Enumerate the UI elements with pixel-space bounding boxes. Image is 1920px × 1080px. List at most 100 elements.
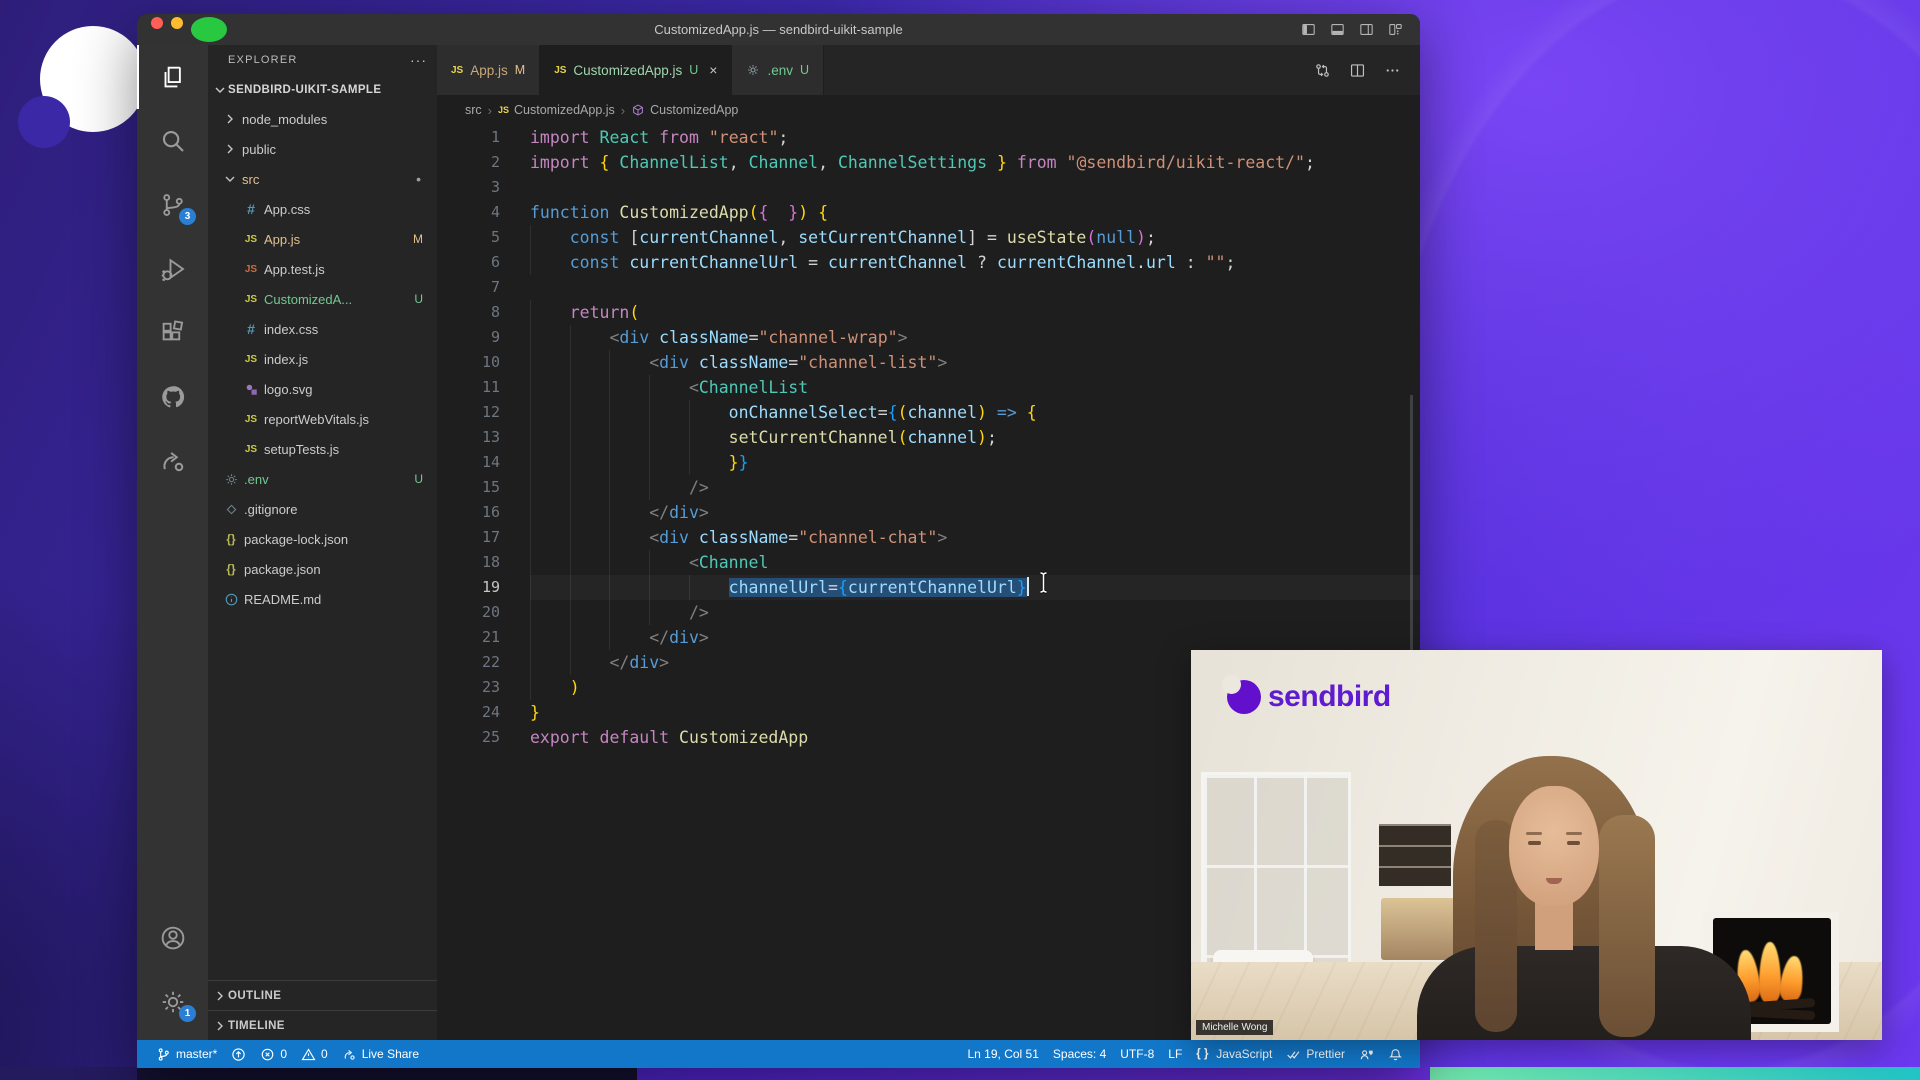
code-line-4[interactable]: 4function CustomizedApp({ }) {: [437, 200, 1420, 225]
status-item-publish-sync[interactable]: [224, 1040, 253, 1068]
code-line-13[interactable]: 13setCurrentChannel(channel);: [437, 425, 1420, 450]
tab-app-js[interactable]: JSApp.jsM: [437, 45, 540, 95]
diamond-file-icon: [222, 501, 240, 517]
source-control-icon[interactable]: 3: [137, 173, 208, 237]
gear-file-icon: [746, 63, 760, 77]
sidebar-panel-outline[interactable]: OUTLINE: [208, 980, 437, 1010]
status-item-0[interactable]: 0: [294, 1040, 335, 1068]
tab--env[interactable]: .envU: [732, 45, 824, 95]
panel-label: OUTLINE: [228, 990, 281, 1002]
code-token: }: [739, 453, 749, 472]
file-tree-item--env[interactable]: .envU: [208, 464, 437, 494]
status-item-prettier[interactable]: Prettier: [1279, 1047, 1352, 1062]
file-tree-item-app-css[interactable]: #App.css: [208, 194, 437, 224]
breadcrumb-item-customizedapp-js[interactable]: JSCustomizedApp.js: [498, 103, 615, 117]
status-item-javascript[interactable]: { }JavaScript: [1189, 1047, 1279, 1062]
code-line-2[interactable]: 2import { ChannelList, Channel, ChannelS…: [437, 150, 1420, 175]
status-item-feedback[interactable]: [1352, 1047, 1381, 1062]
code-line-20[interactable]: 20/>: [437, 600, 1420, 625]
indent-guide: [570, 400, 610, 425]
file-tree-item-reportwebvitals-js[interactable]: JSreportWebVitals.js: [208, 404, 437, 434]
file-tree-item-index-js[interactable]: JSindex.js: [208, 344, 437, 374]
workspace-root-folder[interactable]: SENDBIRD-UIKIT-SAMPLE: [208, 75, 437, 104]
file-tree-item-node-modules[interactable]: node_modules: [208, 104, 437, 134]
github-icon[interactable]: [137, 365, 208, 429]
run-debug-icon[interactable]: [137, 237, 208, 301]
status-item-ln-19-col-51[interactable]: Ln 19, Col 51: [961, 1047, 1046, 1061]
code-line-6[interactable]: 6const currentChannelUrl = currentChanne…: [437, 250, 1420, 275]
line-content: }}: [530, 450, 1420, 475]
code-token: ): [977, 403, 987, 422]
minimize-window-button[interactable]: [171, 17, 183, 29]
file-tree-item-public[interactable]: public: [208, 134, 437, 164]
code-line-11[interactable]: 11<ChannelList: [437, 375, 1420, 400]
sidebar-panel-timeline[interactable]: TIMELINE: [208, 1010, 437, 1040]
status-item-live-share[interactable]: Live Share: [335, 1040, 426, 1068]
breadcrumb-item-src[interactable]: src: [465, 103, 482, 117]
code-token: ,: [818, 153, 838, 172]
title-bar[interactable]: CustomizedApp.js — sendbird-uikit-sample: [137, 14, 1420, 45]
layout-sidebar-right-icon[interactable]: [1358, 21, 1375, 38]
code-line-17[interactable]: 17<div className="channel-chat">: [437, 525, 1420, 550]
live-share-icon[interactable]: [137, 429, 208, 493]
compare-changes-icon[interactable]: [1313, 61, 1332, 80]
status-item-spaces-4[interactable]: Spaces: 4: [1046, 1047, 1113, 1061]
code-line-8[interactable]: 8return(: [437, 300, 1420, 325]
layout-panel-bottom-icon[interactable]: [1329, 21, 1346, 38]
file-tree-item--gitignore[interactable]: .gitignore: [208, 494, 437, 524]
code-line-14[interactable]: 14}}: [437, 450, 1420, 475]
file-tree-item-app-js[interactable]: JSApp.jsM: [208, 224, 437, 254]
status-item-master-[interactable]: master*: [149, 1040, 224, 1068]
code-token: channelUrl: [729, 578, 828, 597]
code-token: [987, 403, 997, 422]
code-line-19[interactable]: 19channelUrl={currentChannelUrl}: [437, 575, 1420, 600]
file-tree-item-readme-md[interactable]: README.md: [208, 584, 437, 614]
code-line-7[interactable]: 7: [437, 275, 1420, 300]
zoom-window-button[interactable]: [191, 17, 227, 42]
code-token: CustomizedApp: [679, 728, 808, 747]
code-line-18[interactable]: 18<Channel: [437, 550, 1420, 575]
code-line-9[interactable]: 9<div className="channel-wrap">: [437, 325, 1420, 350]
file-tree-item-index-css[interactable]: #index.css: [208, 314, 437, 344]
line-content: <ChannelList: [530, 375, 1420, 400]
code-line-15[interactable]: 15/>: [437, 475, 1420, 500]
status-item-0[interactable]: 0: [253, 1040, 294, 1068]
code-line-1[interactable]: 1import React from "react";: [437, 125, 1420, 150]
close-tab-icon[interactable]: ×: [709, 62, 717, 78]
code-line-10[interactable]: 10<div className="channel-list">: [437, 350, 1420, 375]
split-editor-icon[interactable]: [1348, 61, 1367, 80]
file-tree-item-customizeda-[interactable]: JSCustomizedA...U: [208, 284, 437, 314]
code-line-5[interactable]: 5const [currentChannel, setCurrentChanne…: [437, 225, 1420, 250]
layout-sidebar-left-icon[interactable]: [1300, 21, 1317, 38]
code-token: (: [1086, 228, 1096, 247]
tab-customizedapp-js[interactable]: JSCustomizedApp.jsU×: [540, 45, 732, 95]
file-tree-item-setuptests-js[interactable]: JSsetupTests.js: [208, 434, 437, 464]
file-tree-item-package-json[interactable]: {}package.json: [208, 554, 437, 584]
search-icon[interactable]: [137, 109, 208, 173]
status-item-utf-8[interactable]: UTF-8: [1113, 1047, 1161, 1061]
feedback-icon: [1359, 1047, 1374, 1062]
files-icon[interactable]: [137, 45, 208, 109]
file-label: README.md: [244, 592, 321, 607]
file-label: App.test.js: [264, 262, 325, 277]
file-label: node_modules: [242, 112, 327, 127]
file-tree-item-src[interactable]: src•: [208, 164, 437, 194]
line-content: />: [530, 475, 1420, 500]
file-tree-item-app-test-js[interactable]: JSApp.test.js: [208, 254, 437, 284]
status-item-lf[interactable]: LF: [1161, 1047, 1189, 1061]
code-line-21[interactable]: 21</div>: [437, 625, 1420, 650]
code-line-16[interactable]: 16</div>: [437, 500, 1420, 525]
status-item-bell[interactable]: [1381, 1047, 1410, 1062]
settings-gear-icon[interactable]: 1: [137, 970, 208, 1034]
code-line-12[interactable]: 12onChannelSelect={(channel) => {: [437, 400, 1420, 425]
code-line-3[interactable]: 3: [437, 175, 1420, 200]
breadcrumb-item-customizedapp[interactable]: CustomizedApp: [631, 103, 738, 117]
account-icon[interactable]: [137, 906, 208, 970]
close-window-button[interactable]: [151, 17, 163, 29]
file-tree-item-package-lock-json[interactable]: {}package-lock.json: [208, 524, 437, 554]
extensions-icon[interactable]: [137, 301, 208, 365]
explorer-more-actions-icon[interactable]: ···: [410, 52, 427, 68]
layout-customize-icon[interactable]: [1387, 21, 1404, 38]
file-tree-item-logo-svg[interactable]: logo.svg: [208, 374, 437, 404]
more-actions-icon[interactable]: [1383, 61, 1402, 80]
